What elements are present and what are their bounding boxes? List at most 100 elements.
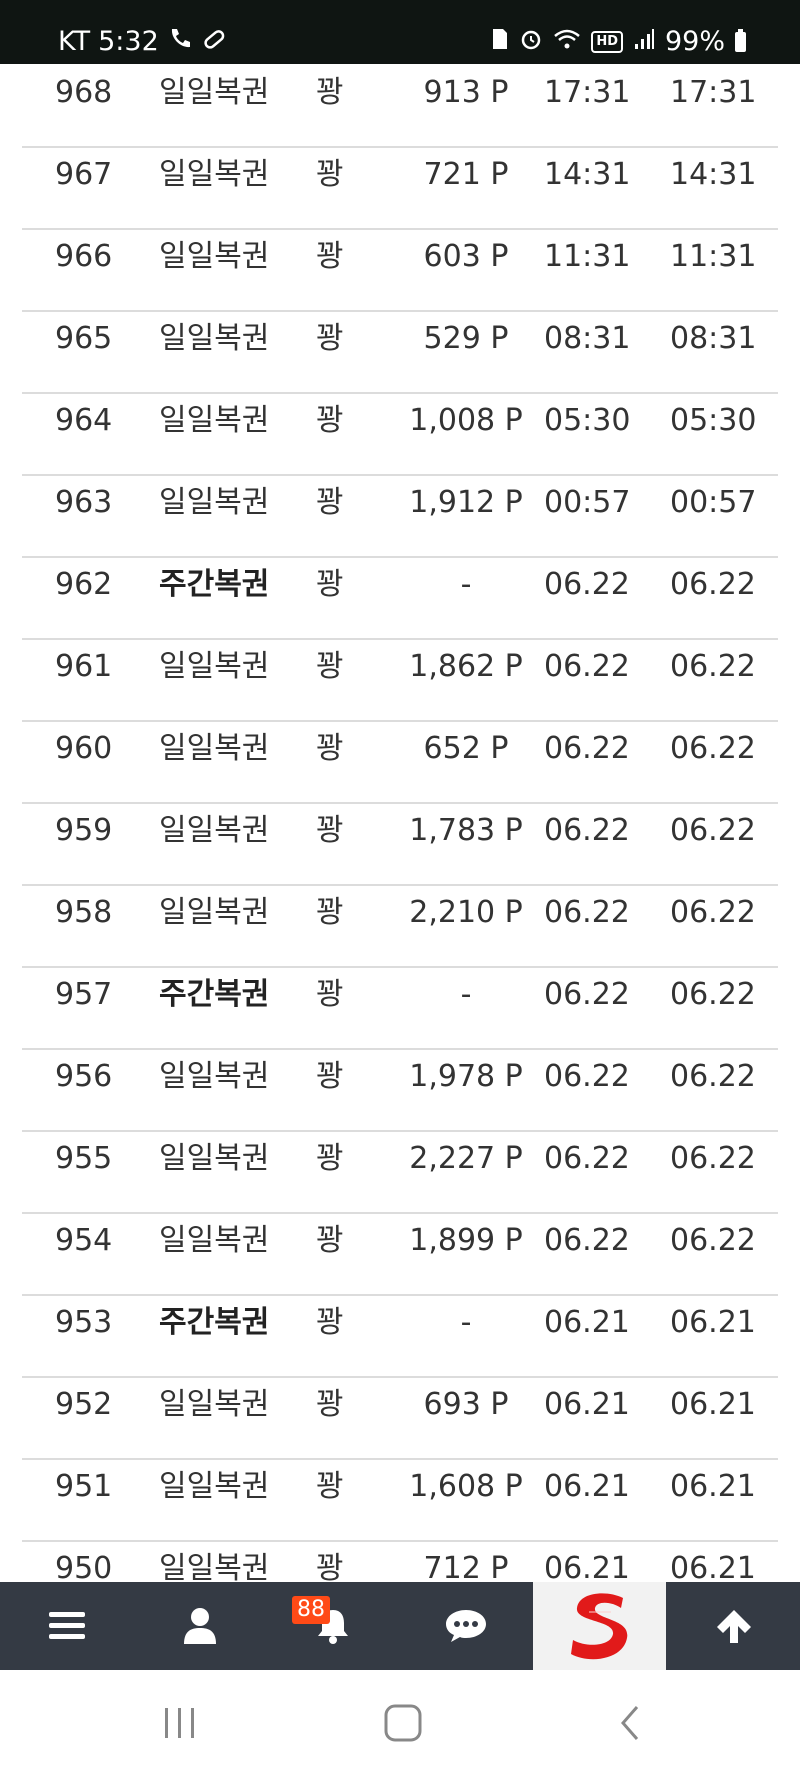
- points: -: [460, 977, 472, 1012]
- hd-icon: HD: [591, 30, 623, 53]
- time-end: 06.21: [670, 1305, 756, 1340]
- result: 꽝: [316, 75, 344, 110]
- lottery-type: 일일복권: [159, 813, 270, 848]
- lottery-type: 일일복권: [159, 895, 270, 930]
- result: 꽝: [316, 403, 344, 438]
- recents-icon: [165, 1708, 194, 1738]
- back-button[interactable]: [600, 1698, 660, 1748]
- points: 652 P: [423, 731, 509, 766]
- hamburger-menu-icon: [48, 1612, 85, 1639]
- result: 꽝: [316, 485, 344, 520]
- table-row[interactable]: 968 일일복권 꽝 913 P 17:31 17:31: [22, 64, 778, 148]
- table-row[interactable]: 964 일일복권 꽝 1,008 P 05:30 05:30: [22, 392, 778, 476]
- time-start: 06.22: [544, 649, 630, 684]
- android-nav-bar: [0, 1670, 800, 1778]
- site-logo-button[interactable]: [533, 1582, 666, 1670]
- lottery-type: 주간복권: [159, 567, 270, 602]
- result: 꽝: [316, 1305, 344, 1340]
- table-row[interactable]: 966 일일복권 꽝 603 P 11:31 11:31: [22, 228, 778, 312]
- time-start: 14:31: [544, 157, 631, 192]
- time-start: 06.22: [544, 567, 630, 602]
- result: 꽝: [316, 649, 344, 684]
- time-start: 11:31: [544, 239, 631, 274]
- time-start: 06.22: [544, 813, 630, 848]
- entry-number: 959: [55, 813, 113, 848]
- s-logo-icon: [570, 1593, 627, 1660]
- points: 1,783 P: [409, 813, 523, 848]
- points: 603 P: [423, 239, 509, 274]
- table-row[interactable]: 961 일일복권 꽝 1,862 P 06.22 06.22: [22, 638, 778, 722]
- time-end: 11:31: [670, 239, 757, 274]
- result: 꽝: [316, 731, 344, 766]
- back-icon: [621, 1706, 639, 1740]
- table-row[interactable]: 963 일일복권 꽝 1,912 P 00:57 00:57: [22, 474, 778, 558]
- status-right: HD 99%: [491, 26, 746, 57]
- entry-number: 963: [55, 485, 113, 520]
- chat-button[interactable]: [399, 1582, 532, 1670]
- arrow-up-icon: [716, 1610, 751, 1643]
- table-row[interactable]: 959 일일복권 꽝 1,783 P 06.22 06.22: [22, 802, 778, 886]
- battery-icon: [735, 28, 746, 52]
- table-row[interactable]: 958 일일복권 꽝 2,210 P 06.22 06.22: [22, 884, 778, 968]
- table-row[interactable]: 956 일일복권 꽝 1,978 P 06.22 06.22: [22, 1048, 778, 1132]
- result: 꽝: [316, 239, 344, 274]
- points: 1,978 P: [409, 1059, 523, 1094]
- time-start: 06.22: [544, 731, 630, 766]
- entry-number: 961: [55, 649, 113, 684]
- table-row[interactable]: 955 일일복권 꽝 2,227 P 06.22 06.22: [22, 1130, 778, 1214]
- table-row[interactable]: 962 주간복권 꽝 - 06.22 06.22: [22, 556, 778, 640]
- points: 1,608 P: [409, 1469, 523, 1504]
- notifications-button[interactable]: [266, 1582, 399, 1670]
- table-row[interactable]: 952 일일복권 꽝 693 P 06.21 06.21: [22, 1376, 778, 1460]
- time-start: 06.22: [544, 1059, 630, 1094]
- table-row[interactable]: 957 주간복권 꽝 - 06.22 06.22: [22, 966, 778, 1050]
- call-icon: [167, 27, 193, 56]
- lottery-type: 주간복권: [159, 1305, 270, 1340]
- status-bar: KT 5:32 HD 99%: [0, 0, 800, 64]
- entry-number: 967: [55, 157, 113, 192]
- table-row[interactable]: 960 일일복권 꽝 652 P 06.22 06.22: [22, 720, 778, 804]
- time-start: 06.22: [544, 1223, 630, 1258]
- table-row[interactable]: 953 주간복권 꽝 - 06.21 06.21: [22, 1294, 778, 1378]
- home-icon: [384, 1704, 422, 1742]
- time-start: 06.21: [544, 1305, 630, 1340]
- entry-number: 957: [55, 977, 113, 1012]
- sim-icon: [491, 27, 509, 56]
- lottery-type: 일일복권: [159, 649, 270, 684]
- points: 2,210 P: [409, 895, 523, 930]
- time-start: 06.22: [544, 977, 630, 1012]
- table-row[interactable]: 965 일일복권 꽝 529 P 08:31 08:31: [22, 310, 778, 394]
- home-button[interactable]: [373, 1698, 433, 1748]
- notification-count-badge: 88: [292, 1596, 330, 1624]
- menu-button[interactable]: [0, 1582, 133, 1670]
- points: 529 P: [423, 321, 509, 356]
- time-end: 06.22: [670, 1141, 756, 1176]
- table-row[interactable]: 954 일일복권 꽝 1,899 P 06.22 06.22: [22, 1212, 778, 1296]
- points: 1,899 P: [409, 1223, 523, 1258]
- points: 1,862 P: [409, 649, 523, 684]
- entry-number: 954: [55, 1223, 113, 1258]
- signal-icon: [633, 28, 655, 55]
- result: 꽝: [316, 1387, 344, 1422]
- table-row[interactable]: 951 일일복권 꽝 1,608 P 06.21 06.21: [22, 1458, 778, 1542]
- entry-number: 956: [55, 1059, 113, 1094]
- recent-apps-button[interactable]: [150, 1698, 210, 1748]
- result: 꽝: [316, 977, 344, 1012]
- profile-button[interactable]: [133, 1582, 266, 1670]
- time-end: 14:31: [670, 157, 757, 192]
- lottery-type: 주간복권: [159, 977, 270, 1012]
- table-row[interactable]: 967 일일복권 꽝 721 P 14:31 14:31: [22, 146, 778, 230]
- carrier-label: KT: [58, 26, 91, 57]
- time-start: 06.22: [544, 1141, 630, 1176]
- points: -: [460, 1305, 472, 1340]
- pill-icon: [201, 27, 227, 56]
- points: 2,227 P: [409, 1141, 523, 1176]
- entry-number: 955: [55, 1141, 113, 1176]
- points: -: [460, 567, 472, 602]
- time-start: 17:31: [544, 75, 631, 110]
- scroll-top-button[interactable]: [667, 1582, 800, 1670]
- time-end: 05:30: [670, 403, 757, 438]
- lottery-type: 일일복권: [159, 1141, 270, 1176]
- time-end: 17:31: [670, 75, 757, 110]
- entry-number: 966: [55, 239, 113, 274]
